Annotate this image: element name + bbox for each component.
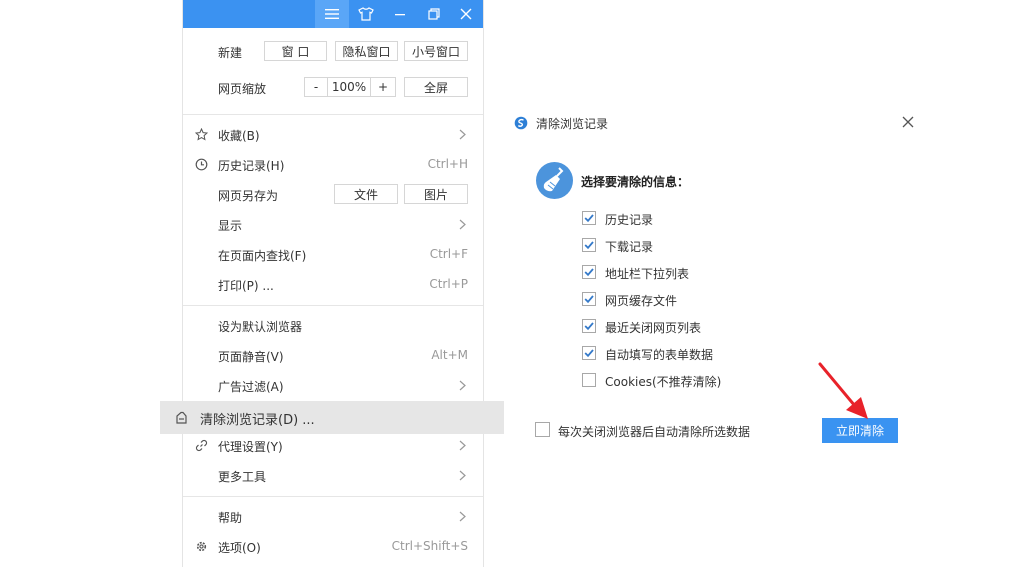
new-label: 新建: [218, 46, 243, 60]
menu-item-clear-history[interactable]: 清除浏览记录(D) ...: [160, 401, 504, 434]
menu-item-print[interactable]: 打印(P) ... Ctrl+P: [183, 270, 483, 300]
dialog-heading: 选择要清除的信息：: [581, 175, 690, 189]
restore-button[interactable]: [417, 0, 451, 28]
checkbox-checked[interactable]: [582, 346, 596, 360]
shortcut-text: Ctrl+H: [427, 157, 468, 171]
menu-item-find[interactable]: 在页面内查找(F) Ctrl+F: [183, 240, 483, 270]
chevron-right-icon: [459, 219, 466, 230]
title-bar: [183, 0, 483, 28]
menu-item-history[interactable]: 历史记录(H) Ctrl+H: [183, 150, 483, 180]
zoom-out-button[interactable]: -: [304, 77, 328, 97]
menu-item-favorites[interactable]: 收藏(B): [183, 120, 483, 150]
zoom-label: 网页缩放: [218, 82, 267, 96]
shirt-icon: [358, 7, 374, 21]
close-icon: [460, 8, 472, 20]
close-icon[interactable]: [901, 115, 915, 129]
zoom-value: 100%: [327, 77, 371, 97]
minimize-button[interactable]: [383, 0, 417, 28]
menu-item-more-tools[interactable]: 更多工具: [183, 461, 483, 491]
auto-clear-label: 每次关闭浏览器后自动清除所选数据: [558, 425, 751, 439]
checkmark-icon: [584, 322, 594, 331]
save-image-button[interactable]: 图片: [404, 184, 468, 204]
chevron-right-icon: [459, 511, 466, 522]
gear-icon: [196, 541, 207, 552]
red-arrow-annotation: [818, 362, 868, 419]
dialog-title: 清除浏览记录: [536, 117, 609, 131]
link-icon: [195, 439, 208, 452]
checkmark-icon: [584, 214, 594, 223]
chevron-right-icon: [459, 440, 466, 451]
menu-item-display[interactable]: 显示: [183, 210, 483, 240]
browser-menu: 新建 窗 口 隐私窗口 小号窗口 网页缩放 - 100% + 全屏 收藏(B) …: [182, 0, 484, 567]
checkbox-checked[interactable]: [582, 211, 596, 225]
menu-item-help[interactable]: 帮助: [183, 502, 483, 532]
clock-icon: [195, 158, 208, 171]
eraser-icon: [176, 411, 187, 424]
chevron-right-icon: [459, 129, 466, 140]
checkbox-checked[interactable]: [582, 265, 596, 279]
chevron-right-icon: [459, 470, 466, 481]
private-window-button[interactable]: 隐私窗口: [335, 41, 398, 61]
save-file-button[interactable]: 文件: [334, 184, 398, 204]
checkbox-checked[interactable]: [582, 319, 596, 333]
menu-item-proxy[interactable]: 代理设置(Y): [183, 431, 483, 461]
shortcut-text: Ctrl+Shift+S: [391, 539, 468, 553]
minimize-icon: [395, 14, 405, 16]
checkbox-checked[interactable]: [582, 238, 596, 252]
browser-logo-icon: [514, 116, 528, 130]
fullscreen-button[interactable]: 全屏: [404, 77, 468, 97]
checkmark-icon: [584, 268, 594, 277]
shortcut-text: Ctrl+F: [429, 247, 468, 261]
menu-item-options[interactable]: 选项(O) Ctrl+Shift+S: [183, 532, 483, 562]
hamburger-icon: [325, 9, 339, 19]
checkmark-icon: [584, 241, 594, 250]
menu-separator: [183, 496, 483, 497]
menu-item-default-browser[interactable]: 设为默认浏览器: [183, 311, 483, 341]
checkbox-unchecked[interactable]: [582, 373, 596, 387]
menu-button[interactable]: [315, 0, 349, 28]
menu-separator: [183, 305, 483, 306]
checkbox-checked[interactable]: [582, 292, 596, 306]
shortcut-text: Alt+M: [431, 348, 468, 362]
zoom-in-button[interactable]: +: [370, 77, 396, 97]
chevron-right-icon: [459, 380, 466, 391]
checkmark-icon: [584, 295, 594, 304]
menu-item-mute[interactable]: 页面静音(V) Alt+M: [183, 341, 483, 371]
new-window-button[interactable]: 窗 口: [264, 41, 327, 61]
menu-item-ad-filter[interactable]: 广告过滤(A): [183, 371, 483, 401]
skin-button[interactable]: [349, 0, 383, 28]
broom-icon: [536, 162, 573, 199]
small-window-button[interactable]: 小号窗口: [404, 41, 468, 61]
restore-icon: [428, 8, 440, 20]
shortcut-text: Ctrl+P: [429, 277, 468, 291]
close-window-button[interactable]: [449, 0, 483, 28]
checkmark-icon: [584, 349, 594, 358]
star-icon: [195, 128, 208, 141]
auto-clear-checkbox[interactable]: [535, 422, 550, 437]
menu-separator: [183, 114, 483, 115]
